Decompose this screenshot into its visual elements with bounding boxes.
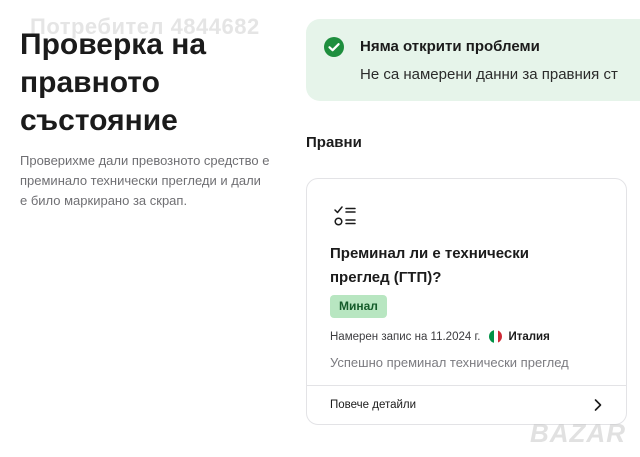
chevron-right-icon	[594, 399, 602, 411]
status-text: Не са намерени данни за правния ст	[360, 66, 618, 83]
checklist-icon	[333, 204, 359, 230]
more-details-label: Повече детайли	[330, 399, 417, 411]
flag-stripe	[498, 330, 503, 343]
status-banner: Няма открити проблеми Не са намерени дан…	[306, 19, 640, 101]
record-line: Намерен запис на 11.2024 г. Италия	[330, 330, 550, 343]
record-country: Италия	[508, 330, 550, 343]
page-description: Проверихме дали превозното средство е пр…	[20, 153, 270, 208]
check-circle-icon	[324, 37, 344, 57]
italy-flag-icon	[489, 330, 503, 343]
status-title: Няма открити проблеми	[360, 38, 540, 55]
record-prefix: Намерен запис на 11.2024 г.	[330, 330, 481, 343]
technical-inspection-card: Преминал ли е технически преглед (ГТП)? …	[306, 178, 627, 425]
status-badge: Минал	[330, 295, 387, 318]
page-title: Проверка на правното състояние	[20, 28, 207, 137]
watermark-logo: BAZAR	[530, 418, 626, 448]
result-text: Успешно преминал технически преглед	[330, 355, 569, 370]
card-title: Преминал ли е технически преглед (ГТП)?	[330, 245, 529, 286]
section-title: Правни	[306, 134, 362, 151]
